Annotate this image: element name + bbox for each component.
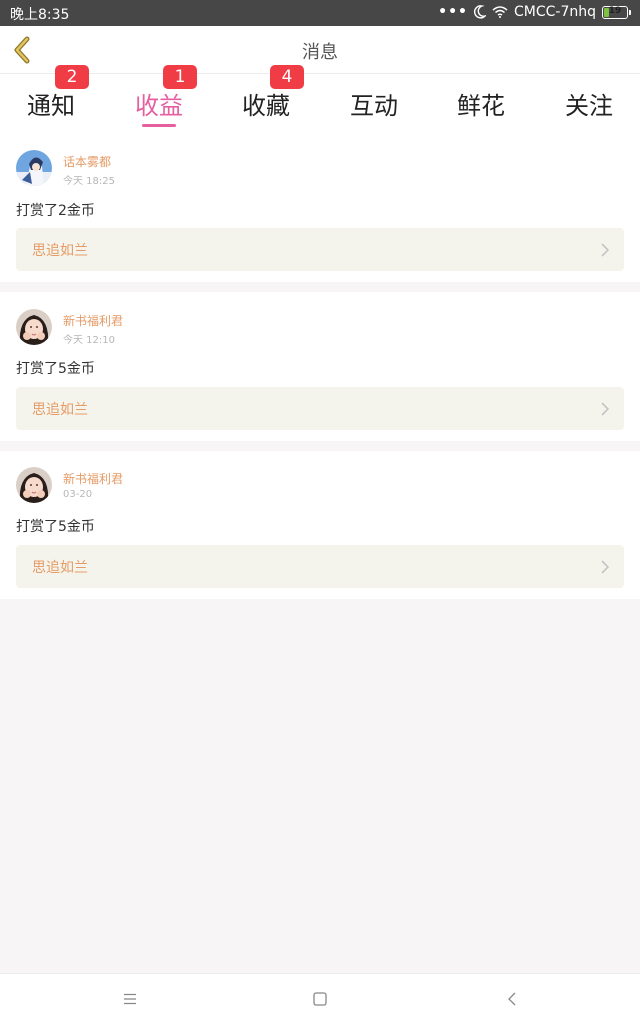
moon-icon [474, 5, 486, 19]
home-button[interactable] [310, 990, 330, 1008]
tab-label: 关注 [565, 92, 613, 120]
chevron-right-icon [601, 402, 610, 416]
book-title: 思追如兰 [32, 243, 88, 259]
status-bar: 晚上8:35 ••• CMCC-7nhq 19 [0, 0, 640, 26]
reward-text: 打赏了2金币 [16, 203, 95, 219]
user-avatar[interactable] [16, 150, 52, 186]
tab-earnings[interactable]: 收益 1 [109, 65, 209, 132]
tab-label: 互动 [350, 92, 398, 120]
nav-bar: 消息 [0, 26, 640, 74]
user-name[interactable]: 新书福利君 [63, 470, 123, 487]
more-dots: ••• [438, 4, 468, 20]
tab-following[interactable]: 关注 [539, 74, 639, 132]
post-time: 今天 12:10 [63, 335, 115, 346]
unread-badge: 2 [55, 65, 89, 89]
carrier-name: CMCC-7nhq [514, 4, 596, 20]
system-nav-bar [0, 973, 640, 1024]
triangle-back-icon [508, 992, 516, 1006]
book-link[interactable]: 思追如兰 [16, 387, 624, 430]
square-home-icon [313, 992, 327, 1006]
reward-text: 打赏了5金币 [16, 519, 95, 535]
book-link[interactable]: 思追如兰 [16, 545, 624, 588]
battery-level: 19 [608, 5, 622, 16]
menu-icon [124, 993, 136, 1005]
message-card: 新书福利君 03-20 打赏了5金币 思追如兰 [0, 451, 640, 599]
status-icons: ••• CMCC-7nhq 19 [438, 4, 631, 20]
active-tab-indicator [142, 124, 176, 127]
status-time: 晚上8:35 [10, 7, 70, 23]
book-link[interactable]: 思追如兰 [16, 228, 624, 271]
post-time: 今天 18:25 [63, 176, 115, 187]
tab-label: 鲜花 [457, 92, 505, 120]
unread-badge: 4 [270, 65, 304, 89]
page-title: 消息 [302, 42, 338, 63]
tab-flowers[interactable]: 鲜花 [431, 74, 531, 132]
message-card: 话本雾都 今天 18:25 打赏了2金币 思追如兰 [0, 132, 640, 282]
tab-notifications[interactable]: 通知 2 [1, 65, 101, 132]
chevron-right-icon [601, 243, 610, 257]
tab-favorites[interactable]: 收藏 4 [216, 65, 316, 132]
reward-text: 打赏了5金币 [16, 361, 95, 377]
user-avatar[interactable] [16, 467, 52, 503]
unread-badge: 1 [163, 65, 197, 89]
post-time: 03-20 [63, 489, 93, 500]
anime-avatar-image [16, 150, 52, 186]
menu-button[interactable] [120, 990, 140, 1008]
book-title: 思追如兰 [32, 560, 88, 576]
battery-tip [629, 9, 631, 15]
chevron-right-icon [601, 560, 610, 574]
system-back-button[interactable] [502, 990, 522, 1008]
tab-bar: 通知 2 收益 1 收藏 4 互动 鲜花 关注 [0, 65, 640, 132]
girl-avatar-image [16, 309, 52, 345]
girl-avatar-image [16, 467, 52, 503]
battery-icon: 19 [602, 5, 631, 19]
message-card: 新书福利君 今天 12:10 打赏了5金币 思追如兰 [0, 292, 640, 441]
user-name[interactable]: 话本雾都 [63, 153, 111, 170]
tab-interactions[interactable]: 互动 [324, 74, 424, 132]
user-avatar[interactable] [16, 309, 52, 345]
wifi-icon [492, 6, 508, 18]
user-name[interactable]: 新书福利君 [63, 312, 123, 329]
book-title: 思追如兰 [32, 402, 88, 418]
